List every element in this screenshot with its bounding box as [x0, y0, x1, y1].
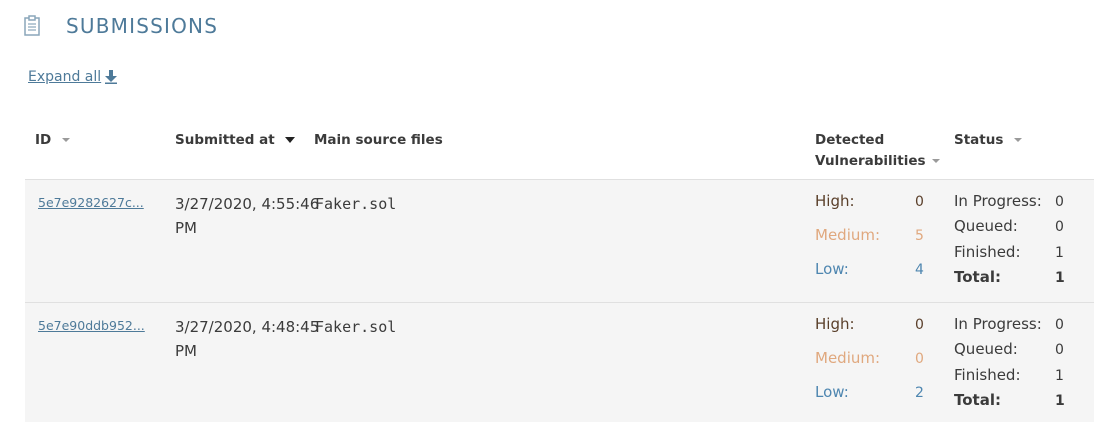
- column-header-main-source-files: Main source files: [314, 130, 443, 151]
- sort-caret-icon: [931, 159, 940, 163]
- column-header-status-label: Status: [954, 132, 1004, 148]
- page-header: SUBMISSIONS: [22, 14, 218, 38]
- queued-count: 0: [1055, 219, 1064, 235]
- submission-id-link[interactable]: 5e7e9282627c...: [38, 195, 144, 210]
- low-count: 2: [915, 385, 924, 401]
- sort-caret-icon: [61, 138, 70, 142]
- queued-count: 0: [1055, 342, 1064, 358]
- total-count: 1: [1055, 393, 1065, 409]
- sort-caret-active-icon: [285, 137, 296, 143]
- total-count: 1: [1055, 270, 1065, 286]
- finished-count: 1: [1055, 245, 1064, 261]
- in-progress-label: In Progress:: [954, 192, 1042, 210]
- expand-all-label: Expand all: [28, 69, 102, 85]
- table-row[interactable]: 5e7e90ddb952... 3/27/2020, 4:48:45 PM Fa…: [25, 302, 1094, 422]
- high-label: High:: [815, 315, 855, 333]
- submitted-at: 3/27/2020, 4:55:46 PM: [175, 192, 320, 240]
- submitted-ampm: PM: [175, 219, 197, 237]
- submitted-at: 3/27/2020, 4:48:45 PM: [175, 315, 320, 363]
- column-header-id[interactable]: ID: [35, 130, 70, 151]
- low-label: Low:: [815, 383, 849, 401]
- total-label: Total:: [954, 268, 1001, 286]
- total-label: Total:: [954, 391, 1001, 409]
- submitted-date: 3/27/2020, 4:55:46: [175, 195, 320, 213]
- queued-label: Queued:: [954, 340, 1018, 358]
- in-progress-label: In Progress:: [954, 315, 1042, 333]
- low-label: Low:: [815, 260, 849, 278]
- submitted-date: 3/27/2020, 4:48:45: [175, 318, 320, 336]
- table-row[interactable]: 5e7e9282627c... 3/27/2020, 4:55:46 PM Fa…: [25, 179, 1094, 302]
- high-count: 0: [915, 194, 924, 210]
- sort-caret-icon: [1014, 138, 1023, 142]
- in-progress-count: 0: [1055, 317, 1064, 333]
- column-header-main-source-files-label: Main source files: [314, 132, 443, 148]
- column-header-status[interactable]: Status: [954, 130, 1023, 151]
- medium-label: Medium:: [815, 226, 881, 244]
- finished-label: Finished:: [954, 243, 1021, 261]
- column-header-detected-line2: Vulnerabilities: [815, 153, 926, 169]
- expand-all-link[interactable]: Expand all: [28, 69, 118, 85]
- medium-label: Medium:: [815, 349, 881, 367]
- finished-label: Finished:: [954, 366, 1021, 384]
- low-count: 4: [915, 262, 924, 278]
- queued-label: Queued:: [954, 217, 1018, 235]
- column-header-id-label: ID: [35, 132, 52, 148]
- column-header-submitted-at[interactable]: Submitted at: [175, 130, 296, 151]
- medium-count: 5: [915, 228, 924, 244]
- download-arrow-icon: [105, 70, 118, 84]
- finished-count: 1: [1055, 368, 1064, 384]
- clipboard-icon: [24, 15, 40, 36]
- source-file: Faker.sol: [315, 195, 397, 213]
- column-header-detected-vulnerabilities[interactable]: Detected Vulnerabilities: [815, 130, 940, 172]
- source-file: Faker.sol: [315, 318, 397, 336]
- submitted-ampm: PM: [175, 342, 197, 360]
- high-label: High:: [815, 192, 855, 210]
- page-title: SUBMISSIONS: [66, 14, 219, 38]
- column-header-submitted-at-label: Submitted at: [175, 132, 275, 148]
- in-progress-count: 0: [1055, 194, 1064, 210]
- medium-count: 0: [915, 351, 924, 367]
- submission-id-link[interactable]: 5e7e90ddb952...: [38, 318, 145, 333]
- high-count: 0: [915, 317, 924, 333]
- column-header-detected-line1: Detected: [815, 132, 885, 148]
